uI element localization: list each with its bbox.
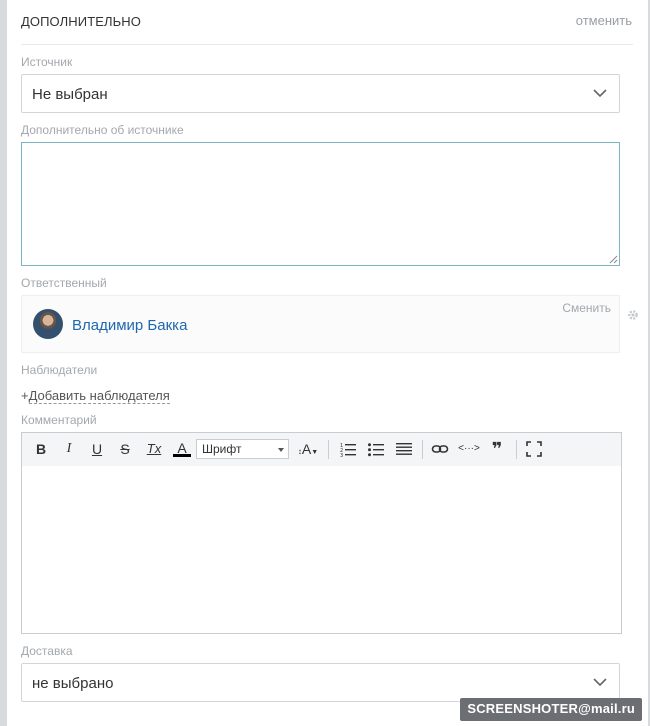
underline-button[interactable]: U [88, 440, 106, 458]
responsible-card: Владимир Бакка Сменить [21, 295, 620, 353]
quote-button[interactable]: ❞ [488, 440, 506, 458]
observers-label: Наблюдатели [21, 363, 98, 377]
link-icon[interactable] [431, 440, 449, 458]
avatar[interactable] [33, 309, 63, 339]
add-observer-link[interactable]: +Добавить наблюдателя [21, 388, 170, 404]
svg-text:3: 3 [340, 453, 343, 458]
responsible-name-link[interactable]: Владимир Бакка [72, 317, 187, 334]
italic-button[interactable]: I [60, 440, 78, 458]
cancel-link[interactable]: отменить [576, 13, 632, 28]
source-details-label: Дополнительно об источнике [21, 123, 184, 137]
unordered-list-icon[interactable] [367, 440, 385, 458]
clear-format-button[interactable]: Tx [145, 440, 163, 458]
toolbar-separator [422, 440, 423, 459]
caret-down-icon: ▼ [311, 449, 319, 456]
chevron-down-icon [593, 89, 607, 98]
ordered-list-icon[interactable]: 1 2 3 [339, 440, 357, 458]
gear-icon[interactable] [627, 309, 639, 321]
chevron-down-icon [593, 678, 607, 687]
editor-toolbar: B I U S Tx A Шрифт ↕A▼ 1 2 3 <···> ❞ [22, 433, 621, 466]
panel-left-border [0, 0, 7, 726]
strikethrough-button[interactable]: S [116, 440, 134, 458]
comment-label: Комментарий [21, 413, 97, 427]
source-select-value: Не выбран [32, 86, 108, 103]
font-select[interactable]: Шрифт [196, 439, 289, 459]
source-label: Источник [21, 55, 73, 69]
comment-editor-body[interactable] [22, 466, 621, 633]
code-button[interactable]: <···> [458, 440, 480, 458]
section-title: ДОПОЛНИТЕЛЬНО [21, 14, 141, 29]
comment-editor[interactable]: B I U S Tx A Шрифт ↕A▼ 1 2 3 <···> ❞ [21, 432, 622, 634]
delivery-label: Доставка [21, 644, 73, 658]
align-icon[interactable] [395, 440, 413, 458]
source-details-textarea[interactable] [21, 142, 620, 266]
add-observer-label: Добавить наблюдателя [28, 388, 170, 404]
font-size-button[interactable]: ↕A▼ [296, 440, 320, 458]
toolbar-separator [516, 440, 517, 459]
font-select-value: Шрифт [202, 442, 242, 456]
source-select[interactable]: Не выбран [21, 74, 620, 113]
delivery-select-value: не выбрано [32, 675, 114, 692]
change-responsible-link[interactable]: Сменить [562, 301, 611, 315]
responsible-label: Ответственный [21, 276, 107, 290]
plus-icon: + [21, 388, 29, 403]
resize-grip-icon[interactable] [609, 255, 618, 264]
bold-button[interactable]: B [32, 440, 50, 458]
section-divider [21, 44, 633, 45]
fullscreen-icon[interactable] [525, 440, 543, 458]
caret-down-icon [278, 448, 284, 452]
delivery-select[interactable]: не выбрано [21, 663, 620, 702]
screenshoter-watermark: SCREENSHOTER@mail.ru [460, 698, 642, 721]
font-color-button[interactable]: A [173, 440, 191, 457]
toolbar-separator [328, 440, 329, 459]
font-size-label: A [301, 441, 312, 457]
